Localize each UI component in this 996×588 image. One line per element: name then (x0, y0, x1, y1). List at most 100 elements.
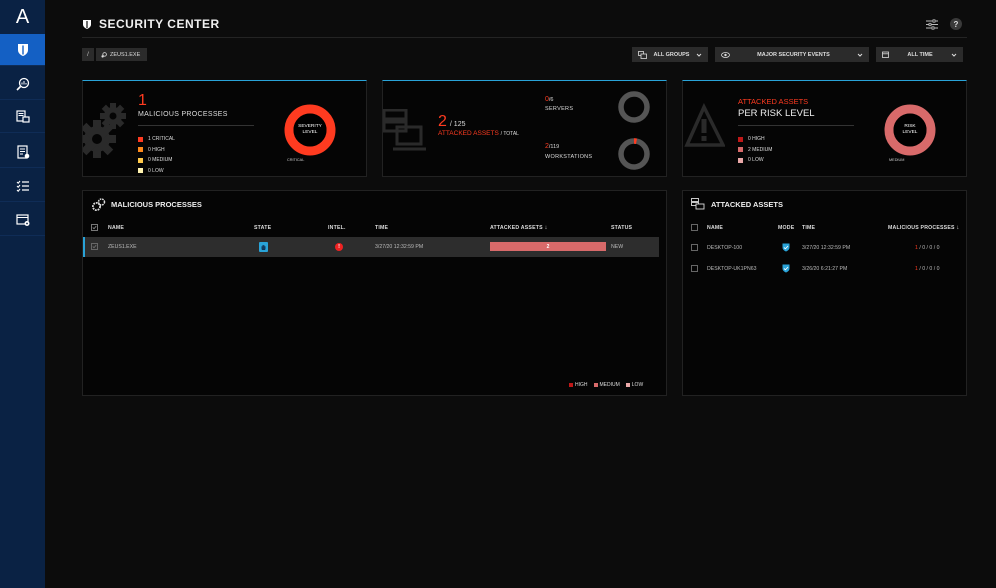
shield-icon (83, 19, 91, 29)
legend-label: 0 HIGH (748, 136, 765, 143)
sidebar-item-policies[interactable] (0, 170, 45, 202)
workstations-count-wrap: 2/119 (545, 143, 559, 150)
panel-title: ATTACKED ASSETS (711, 200, 783, 209)
asset-time: 3/27/20 12:32:59 PM (802, 245, 851, 251)
critical-count: 1 (915, 266, 918, 272)
asset-malicious-counts: 1 / 0 / 0 / 0 (915, 245, 940, 251)
time-dropdown-label: ALL TIME (907, 51, 933, 58)
header-divider (82, 37, 967, 38)
events-dropdown-label: MAJOR SECURITY EVENTS (757, 51, 830, 58)
attacked-label-wrap: ATTACKED ASSETS / TOTAL (438, 130, 519, 137)
sidebar-item-security[interactable] (0, 34, 45, 66)
attacked-assets-bar[interactable]: 2 (490, 242, 606, 251)
risk-legend: 0 HIGH 2 MEDIUM 0 LOW (738, 134, 772, 166)
workstations-donut[interactable] (617, 137, 651, 171)
legend-swatch (738, 157, 743, 163)
col-name[interactable]: NAME (707, 225, 723, 231)
servers-count-wrap: 0/6 (545, 96, 554, 103)
select-all-checkbox[interactable] (91, 224, 98, 231)
col-intel[interactable]: INTEL. (328, 225, 346, 231)
process-status: NEW (611, 244, 624, 250)
asset-time: 3/26/20 6:21:27 PM (802, 266, 848, 272)
table-row[interactable]: DESKTOP-100 3/27/20 12:32:59 PM 1 / 0 / … (683, 239, 966, 257)
col-name[interactable]: NAME (108, 225, 124, 231)
attacked-assets-summary-card[interactable]: 2 / 125 ATTACKED ASSETS / TOTAL 0/6 SERV… (382, 80, 667, 177)
legend-label: 2 MEDIUM (748, 146, 773, 153)
risk-title-2: PER RISK LEVEL (738, 108, 815, 119)
sort-down-icon: ↓ (544, 225, 548, 231)
legend-item: 0 HIGH (738, 134, 772, 145)
page-header: SECURITY CENTER (82, 14, 220, 34)
attacked-count: 2 (438, 113, 447, 130)
panel-title: MALICIOUS PROCESSES (111, 200, 202, 209)
legend-item: LOW (625, 382, 643, 388)
sliders-icon (926, 18, 938, 30)
servers-label: SERVERS (545, 106, 574, 112)
table-row[interactable]: ZEUS1.EXE ! 3/27/20 12:32:59 PM 2 NEW (83, 237, 659, 257)
intel-alert-icon[interactable]: ! (335, 243, 343, 251)
gears-icon (92, 198, 106, 211)
groups-dropdown[interactable]: ALL GROUPS (632, 47, 708, 62)
groups-dropdown-label: ALL GROUPS (653, 51, 690, 58)
calendar-icon (882, 51, 889, 58)
risk-level-summary-card[interactable]: ATTACKED ASSETS PER RISK LEVEL 0 HIGH 2 … (682, 80, 967, 177)
other-counts: / 0 / 0 / 0 (919, 266, 940, 272)
col-state[interactable]: STATE (254, 225, 271, 231)
page-title: SECURITY CENTER (99, 17, 220, 31)
table-row[interactable]: DESKTOP-UK1PN63 3/26/20 6:21:27 PM 1 / 0… (683, 260, 966, 278)
sidebar-item-settings[interactable] (0, 204, 45, 236)
logo-glyph: A (15, 5, 30, 28)
chevron-down-icon (857, 53, 863, 57)
legend-swatch (138, 136, 143, 142)
breadcrumb-item[interactable]: ZEUS1.EXE (96, 48, 147, 61)
row-checkbox[interactable] (91, 243, 98, 250)
col-mode[interactable]: MODE (778, 225, 794, 231)
process-name: ZEUS1.EXE (108, 244, 137, 250)
legend-label: 1 CRITICAL (148, 136, 175, 143)
help-button[interactable]: ? (950, 18, 962, 30)
app-logo[interactable]: A (0, 0, 45, 34)
checklist-icon (16, 180, 29, 192)
malicious-label: MALICIOUS PROCESSES (138, 111, 228, 118)
col-malicious-processes[interactable]: MALICIOUS PROCESSES ↓ (888, 225, 960, 231)
col-attacked-assets[interactable]: ATTACKED ASSETS ↓ (490, 225, 548, 231)
risk-title-1: ATTACKED ASSETS (738, 97, 809, 106)
asset-malicious-counts: 1 / 0 / 0 / 0 (915, 266, 940, 272)
critical-count: 1 (915, 245, 918, 251)
sidebar-item-assets[interactable] (0, 101, 45, 133)
legend-swatch (738, 136, 743, 142)
breadcrumb-root[interactable]: / (82, 48, 94, 61)
malicious-processes-summary-card[interactable]: 1 MALICIOUS PROCESSES 1 CRITICAL 0 HIGH … (82, 80, 367, 177)
row-checkbox[interactable] (691, 244, 698, 251)
divider (138, 125, 254, 126)
legend-swatch (138, 147, 143, 153)
select-all-checkbox[interactable] (691, 224, 698, 231)
legend-item: MEDIUM (593, 382, 620, 388)
legend-swatch (569, 383, 573, 387)
legend-item: 2 MEDIUM (738, 145, 772, 156)
sidebar-item-reports[interactable] (0, 136, 45, 168)
col-time[interactable]: TIME (375, 225, 388, 231)
col-status[interactable]: STATUS (611, 225, 632, 231)
legend-item: 0 HIGH (138, 145, 175, 156)
chevron-down-icon (951, 53, 957, 57)
col-time[interactable]: TIME (802, 225, 815, 231)
row-checkbox[interactable] (691, 265, 698, 272)
process-icon (101, 51, 107, 58)
legend-item: 1 CRITICAL (138, 134, 175, 145)
servers-donut[interactable] (617, 90, 651, 124)
shield-check-icon (782, 264, 790, 273)
attacked-label: ATTACKED ASSETS (438, 130, 499, 137)
legend-swatch (593, 383, 598, 387)
sort-down-icon: ↓ (956, 225, 960, 231)
sidebar-item-analytics[interactable] (0, 68, 45, 100)
warning-icon (684, 103, 725, 147)
legend-label: 0 MEDIUM (148, 157, 173, 164)
risk-legend: HIGH MEDIUM LOW (569, 382, 643, 388)
filter-settings-button[interactable] (925, 17, 939, 31)
time-dropdown[interactable]: ALL TIME (876, 47, 963, 62)
events-dropdown[interactable]: MAJOR SECURITY EVENTS (715, 47, 869, 62)
state-blocked-icon[interactable] (259, 242, 268, 252)
check-icon (92, 244, 97, 249)
breadcrumb-item-label: ZEUS1.EXE (110, 51, 141, 58)
